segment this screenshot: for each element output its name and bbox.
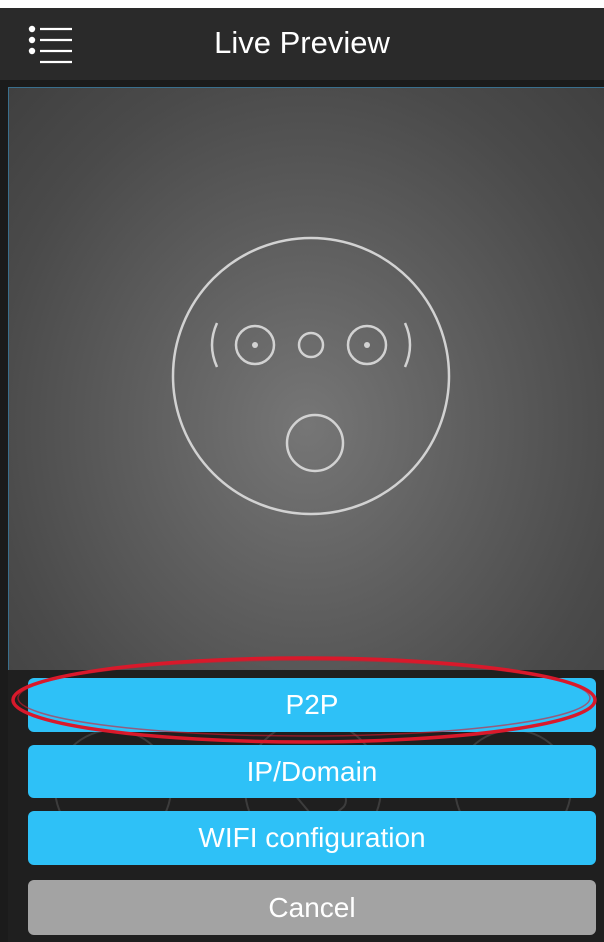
app-screen: Live Preview P2P IP/Domain WIFI configur…: [0, 0, 604, 942]
live-preview-area[interactable]: [8, 87, 604, 670]
status-bar-strip: [0, 0, 604, 8]
wifi-configuration-button[interactable]: WIFI configuration: [28, 811, 596, 865]
action-sheet: P2P IP/Domain WIFI configuration Cancel: [8, 670, 604, 942]
app-header: Live Preview: [0, 8, 604, 80]
hamburger-menu-icon: [28, 25, 72, 64]
cancel-button[interactable]: Cancel: [28, 880, 596, 935]
page-title: Live Preview: [214, 25, 390, 60]
p2p-button[interactable]: P2P: [28, 678, 596, 732]
surprised-camera-face-icon: [171, 236, 451, 516]
menu-button[interactable]: [26, 22, 78, 66]
ip-domain-button[interactable]: IP/Domain: [28, 745, 596, 798]
